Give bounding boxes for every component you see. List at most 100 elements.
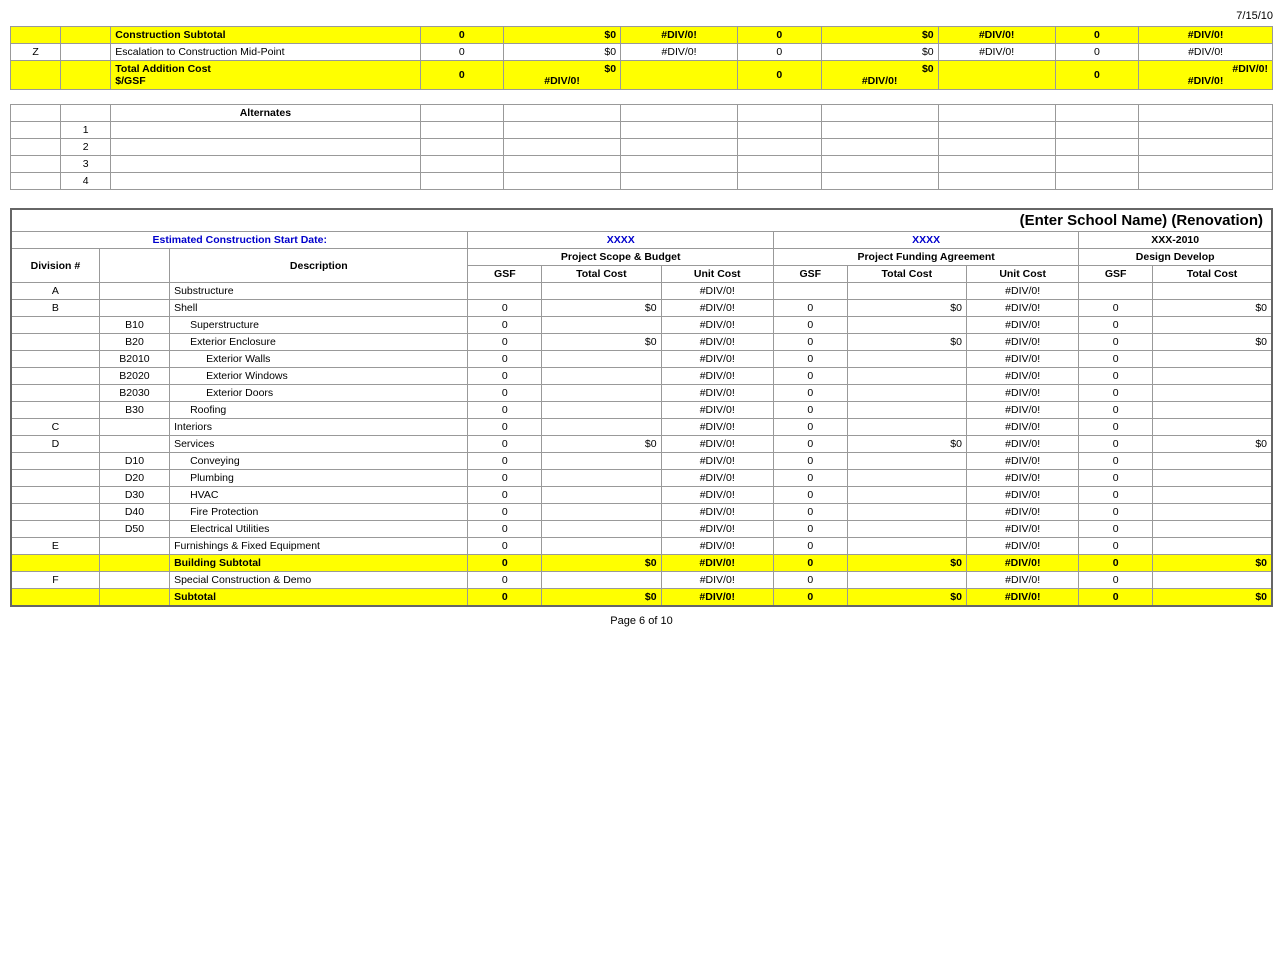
esc-gsf2: 0 [738, 44, 822, 61]
alt4-e7 [938, 173, 1055, 190]
bs-unit2: #DIV/0! [966, 555, 1078, 572]
alt3-e3 [504, 156, 621, 173]
alternates-header-row: Alternates [11, 105, 1273, 122]
alt3-e5 [738, 156, 822, 173]
gsf3-E: 0 [1079, 538, 1153, 555]
ta-gsf-label: $/GSF [115, 75, 415, 87]
gsf1-D20: 0 [468, 470, 542, 487]
sub-E [99, 538, 169, 555]
row-D20: D20 Plumbing 0 #DIV/0! 0 #DIV/0! 0 [11, 470, 1272, 487]
total1-E [542, 538, 661, 555]
total2-C [847, 419, 966, 436]
alt-h-e9 [1055, 105, 1139, 122]
row-F: F Special Construction & Demo 0 #DIV/0! … [11, 572, 1272, 589]
label-B2020: Exterior Windows [170, 368, 468, 385]
gsf3-header: GSF [1079, 266, 1153, 283]
total3-B: $0 [1153, 300, 1272, 317]
label-C: Interiors [170, 419, 468, 436]
label-B30: Roofing [170, 402, 468, 419]
gsf2-B10: 0 [773, 317, 847, 334]
sub-B2010: B2010 [99, 351, 169, 368]
gsf3-D30: 0 [1079, 487, 1153, 504]
gsf2-B30: 0 [773, 402, 847, 419]
gsf2-E: 0 [773, 538, 847, 555]
gsf1-B30: 0 [468, 402, 542, 419]
gsf3-F: 0 [1079, 572, 1153, 589]
gsf3-B20: 0 [1079, 334, 1153, 351]
alt3-e4 [621, 156, 738, 173]
label-B2030: Exterior Doors [170, 385, 468, 402]
row-B: B Shell 0 $0 #DIV/0! 0 $0 #DIV/0! 0 $0 [11, 300, 1272, 317]
label-B: Shell [170, 300, 468, 317]
label-D: Services [170, 436, 468, 453]
label-B20: Exterior Enclosure [170, 334, 468, 351]
unit1-B10: #DIV/0! [661, 317, 773, 334]
div-C: C [11, 419, 99, 436]
bs-gsf2: 0 [773, 555, 847, 572]
division-header: Division # [11, 249, 99, 283]
escalation-row: Z Escalation to Construction Mid-Point 0… [11, 44, 1273, 61]
total1-D50 [542, 521, 661, 538]
total1-F [542, 572, 661, 589]
total2-A [847, 283, 966, 300]
gsf3-D40: 0 [1079, 504, 1153, 521]
row-D50: D50 Electrical Utilities 0 #DIV/0! 0 #DI… [11, 521, 1272, 538]
sub-F [99, 572, 169, 589]
alt3-num: 3 [61, 156, 111, 173]
alt-h-e6 [738, 105, 822, 122]
total1-D40 [542, 504, 661, 521]
alt2-e9 [1139, 139, 1273, 156]
gsf3-B: 0 [1079, 300, 1153, 317]
total1-header: Total Cost [542, 266, 661, 283]
total1-D20 [542, 470, 661, 487]
ta-unit3: #DIV/0! [1143, 63, 1268, 75]
total1-B30 [542, 402, 661, 419]
div-D20 [11, 470, 99, 487]
esc-gsf3: 0 [1055, 44, 1139, 61]
gsf3-A [1079, 283, 1153, 300]
gsf2-C: 0 [773, 419, 847, 436]
gsf3-B10: 0 [1079, 317, 1153, 334]
label-B2010: Exterior Walls [170, 351, 468, 368]
ta-e3 [621, 61, 738, 90]
cs-gsf1: 0 [420, 27, 504, 44]
div-B2020 [11, 368, 99, 385]
gsf1-B20: 0 [468, 334, 542, 351]
unit2-E: #DIV/0! [966, 538, 1078, 555]
ta-e4 [938, 61, 1055, 90]
building-subtotal-row: Building Subtotal 0 $0 #DIV/0! 0 $0 #DIV… [11, 555, 1272, 572]
esc-prefix: Z [11, 44, 61, 61]
label-D50: Electrical Utilities [170, 521, 468, 538]
st-total2: $0 [847, 589, 966, 607]
gsf2-B2030: 0 [773, 385, 847, 402]
div-A: A [11, 283, 99, 300]
ta-total1: $0 [508, 63, 616, 75]
div-D30 [11, 487, 99, 504]
esc-gsf1: 0 [420, 44, 504, 61]
subtotal-row: Subtotal 0 $0 #DIV/0! 0 $0 #DIV/0! 0 $0 [11, 589, 1272, 607]
row-B20: B20 Exterior Enclosure 0 $0 #DIV/0! 0 $0… [11, 334, 1272, 351]
alt-h-e5 [621, 105, 738, 122]
row-B2020: B2020 Exterior Windows 0 #DIV/0! 0 #DIV/… [11, 368, 1272, 385]
ta-gsf3: 0 [1055, 61, 1139, 90]
div-B20 [11, 334, 99, 351]
gsf3-D10: 0 [1079, 453, 1153, 470]
gsf3-B2010: 0 [1079, 351, 1153, 368]
cs-gsf3: 0 [1055, 27, 1139, 44]
gsf2-B2010: 0 [773, 351, 847, 368]
ta-gsf2: 0 [738, 61, 822, 90]
start-date-row: Estimated Construction Start Date: XXXX … [11, 232, 1272, 249]
bs-gsf3: 0 [1079, 555, 1153, 572]
esc-unit1: #DIV/0! [621, 44, 738, 61]
st-unit1: #DIV/0! [661, 589, 773, 607]
unit1-D50: #DIV/0! [661, 521, 773, 538]
alt2-e1 [11, 139, 61, 156]
div-D50 [11, 521, 99, 538]
col1-group-header: Project Scope & Budget [468, 249, 773, 266]
esc-unit3: #DIV/0! [1139, 44, 1273, 61]
sub-B2020: B2020 [99, 368, 169, 385]
unit2-D10: #DIV/0! [966, 453, 1078, 470]
sub-D50: D50 [99, 521, 169, 538]
st-total3: $0 [1153, 589, 1272, 607]
unit2-B2020: #DIV/0! [966, 368, 1078, 385]
